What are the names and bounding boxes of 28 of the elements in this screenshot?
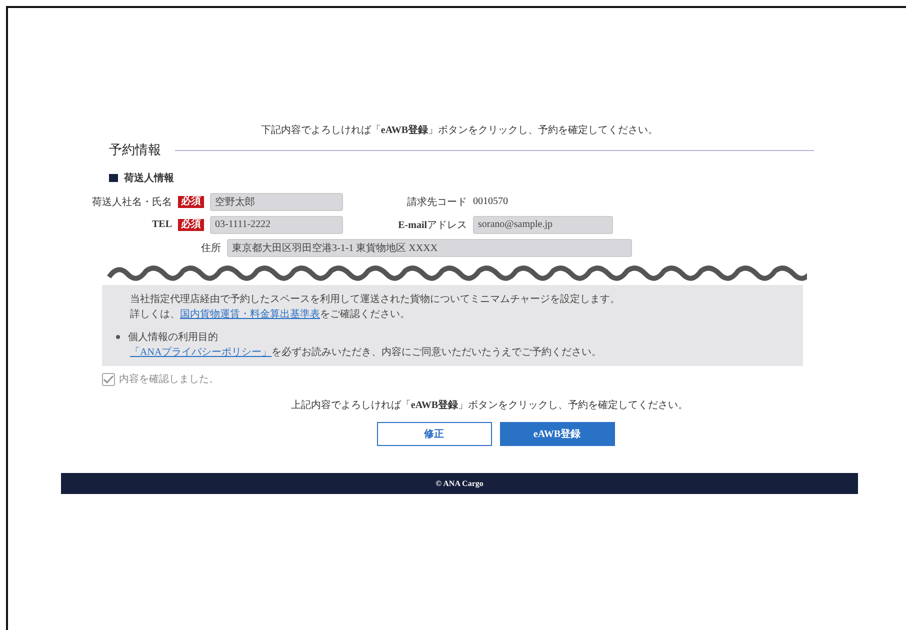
input-field[interactable]: 空野太郎 bbox=[210, 192, 343, 210]
bullet-icon bbox=[116, 335, 120, 339]
input-field[interactable]: 03-1111-2222 bbox=[210, 216, 343, 234]
note-title: 個人情報の利用目的 bbox=[128, 330, 218, 344]
document-link[interactable]: 「ANAプライバシーポリシー」 bbox=[130, 347, 272, 358]
register-button[interactable]: eAWB登録 bbox=[500, 422, 614, 446]
field-label: TEL bbox=[150, 219, 172, 230]
section-title: 予約情報 bbox=[109, 141, 161, 159]
field-label: 荷送人社名・氏名 bbox=[91, 196, 172, 208]
checkbox-label: 内容を確認しました。 bbox=[119, 372, 219, 386]
copyright-text: © ANA Cargo bbox=[436, 479, 484, 488]
input-field[interactable]: 東京都大田区羽田空港3-1-1 東貨物地区 XXXX bbox=[227, 238, 632, 256]
field-label: 住所 bbox=[200, 242, 221, 254]
instruction-text: 下記内容でよろしければ「eAWB登録」ボタンをクリックし、予約を確定してください。 bbox=[260, 124, 660, 137]
input-field[interactable]: sorano@sample.jp bbox=[473, 216, 613, 234]
subsection-title: 荷送人情報 bbox=[124, 172, 174, 185]
field-label: 請求先コード bbox=[406, 196, 467, 208]
document-link[interactable]: 国内貨物運賃・料金算出基準表 bbox=[180, 309, 320, 320]
note-text: 詳しくは、国内貨物運賃・料金算出基準表をご確認ください。 bbox=[130, 308, 411, 321]
required-badge: 必須 bbox=[178, 218, 204, 230]
square-icon bbox=[109, 174, 118, 182]
required-badge: 必須 bbox=[178, 196, 204, 208]
field-value: 0010570 bbox=[473, 196, 508, 207]
note-text: 当社指定代理店経由で予約したスペースを利用して運送された貨物についてミニマムチャージを設定します。 bbox=[130, 292, 621, 306]
instruction-text: 上記内容でよろしければ「eAWB登録」ボタンをクリックし、予約を確定してください。 bbox=[290, 398, 690, 412]
field-label: E-mailアドレス bbox=[397, 218, 467, 232]
edit-button[interactable]: 修正 bbox=[376, 422, 492, 446]
note-text: 「ANAプライバシーポリシー」を必ずお読みいただき、内容にご同意いただいたうえでご予約ください。 bbox=[130, 346, 603, 359]
